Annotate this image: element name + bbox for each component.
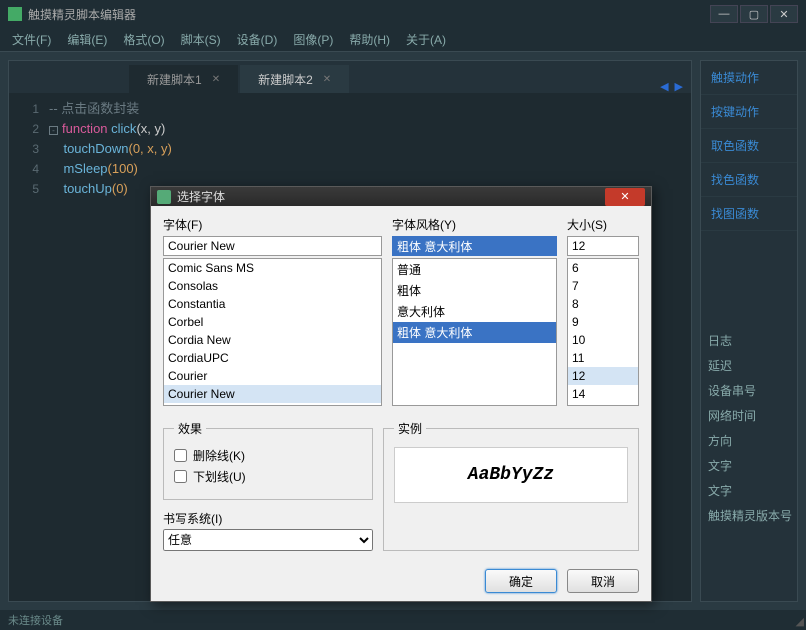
font-input[interactable]	[163, 236, 382, 256]
menubar: 文件(F) 编辑(E) 格式(O) 脚本(S) 设备(D) 图像(P) 帮助(H…	[0, 28, 806, 52]
font-option[interactable]: Courier	[164, 367, 381, 385]
font-option[interactable]: Comic Sans MS	[164, 259, 381, 277]
menu-about[interactable]: 关于(A)	[400, 29, 452, 50]
statusbar: 未连接设备	[0, 610, 806, 630]
size-option[interactable]: 10	[568, 331, 638, 349]
effects-legend: 效果	[174, 420, 206, 437]
font-option[interactable]: Constantia	[164, 295, 381, 313]
sample-preview: AaBbYyZz	[394, 447, 628, 503]
font-option[interactable]: Cordia New	[164, 331, 381, 349]
code-editor[interactable]: 1 2 3 4 5 -- 点击函数封装 -function click(x, y…	[9, 93, 691, 199]
tab-close-icon[interactable]: ✕	[212, 74, 220, 85]
size-option[interactable]: 9	[568, 313, 638, 331]
maximize-button[interactable]: ▢	[740, 5, 768, 23]
tab-label: 新建脚本2	[258, 71, 313, 88]
effects-fieldset: 效果 删除线(K) 下划线(U)	[163, 420, 373, 500]
code-content: -- 点击函数封装 -function click(x, y) touchDow…	[49, 99, 172, 199]
size-option[interactable]: 14	[568, 385, 638, 403]
side-item-findimage[interactable]: 找图函数	[701, 197, 797, 231]
dialog-body: 字体(F) Comic Sans MS Consolas Constantia …	[151, 206, 651, 561]
side-item-touch[interactable]: 触摸动作	[701, 61, 797, 95]
close-button[interactable]: ✕	[770, 5, 798, 23]
font-option[interactable]: Corbel	[164, 313, 381, 331]
fold-icon[interactable]: -	[49, 126, 58, 135]
status-text: 未连接设备	[8, 612, 63, 628]
menu-format[interactable]: 格式(O)	[117, 29, 170, 50]
menu-file[interactable]: 文件(F)	[6, 29, 57, 50]
dialog-title: 选择字体	[177, 188, 225, 205]
script-label: 书写系统(I)	[163, 510, 373, 527]
size-option[interactable]: 11	[568, 349, 638, 367]
style-label: 字体风格(Y)	[392, 216, 557, 233]
style-option[interactable]: 普通	[393, 259, 556, 280]
tab-nav: ◀ ▶	[660, 80, 683, 93]
cancel-button[interactable]: 取消	[567, 569, 639, 593]
side-item-findcolor[interactable]: 找色函数	[701, 163, 797, 197]
side-item-key[interactable]: 按键动作	[701, 95, 797, 129]
tab-close-icon[interactable]: ✕	[323, 74, 331, 85]
strikeout-input[interactable]	[174, 449, 187, 462]
sample-fieldset: 实例 AaBbYyZz	[383, 420, 639, 551]
ok-button[interactable]: 确定	[485, 569, 557, 593]
dialog-close-button[interactable]: ✕	[605, 188, 645, 206]
line-gutter: 1 2 3 4 5	[9, 99, 49, 199]
font-option[interactable]: CordiaUPC	[164, 349, 381, 367]
font-option[interactable]: Courier New	[164, 385, 381, 403]
size-listbox[interactable]: 6 7 8 9 10 11 12 14	[567, 258, 639, 406]
font-dialog: 选择字体 ✕ 字体(F) Comic Sans MS Consolas Cons…	[150, 186, 652, 602]
font-label: 字体(F)	[163, 216, 382, 233]
tab-script-1[interactable]: 新建脚本1 ✕	[129, 65, 238, 93]
underline-checkbox[interactable]: 下划线(U)	[174, 468, 362, 485]
font-listbox[interactable]: Comic Sans MS Consolas Constantia Corbel…	[163, 258, 382, 406]
menu-device[interactable]: 设备(D)	[231, 29, 284, 50]
style-option[interactable]: 粗体	[393, 280, 556, 301]
style-option[interactable]: 粗体 意大利体	[393, 322, 556, 343]
menu-image[interactable]: 图像(P)	[287, 29, 339, 50]
app-titlebar: 触摸精灵脚本编辑器 — ▢ ✕	[0, 0, 806, 28]
app-icon	[8, 7, 22, 21]
style-option[interactable]: 意大利体	[393, 301, 556, 322]
style-listbox[interactable]: 普通 粗体 意大利体 粗体 意大利体	[392, 258, 557, 406]
size-input[interactable]	[567, 236, 639, 256]
tabbar: 新建脚本1 ✕ 新建脚本2 ✕ ◀ ▶	[9, 61, 691, 93]
right-hint-labels: 日志 延迟 设备串号 网络时间 方向 文字 文字 触摸精灵版本号	[708, 332, 792, 524]
style-input[interactable]	[392, 236, 557, 256]
sample-legend: 实例	[394, 420, 426, 437]
dialog-titlebar: 选择字体 ✕	[151, 187, 651, 206]
size-option[interactable]: 8	[568, 295, 638, 313]
size-option[interactable]: 12	[568, 367, 638, 385]
dialog-buttons: 确定 取消	[151, 561, 651, 601]
script-select[interactable]: 任意	[163, 529, 373, 551]
menu-script[interactable]: 脚本(S)	[175, 29, 227, 50]
menu-help[interactable]: 帮助(H)	[343, 29, 396, 50]
dialog-icon	[157, 190, 171, 204]
size-option[interactable]: 7	[568, 277, 638, 295]
minimize-button[interactable]: —	[710, 5, 738, 23]
tab-label: 新建脚本1	[147, 71, 202, 88]
menu-edit[interactable]: 编辑(E)	[61, 29, 113, 50]
window-controls: — ▢ ✕	[710, 5, 798, 23]
size-label: 大小(S)	[567, 216, 639, 233]
font-option[interactable]: Consolas	[164, 277, 381, 295]
app-title: 触摸精灵脚本编辑器	[28, 6, 136, 23]
tab-script-2[interactable]: 新建脚本2 ✕	[240, 65, 349, 93]
tab-next-icon[interactable]: ▶	[675, 80, 683, 93]
strikeout-checkbox[interactable]: 删除线(K)	[174, 447, 362, 464]
side-item-getcolor[interactable]: 取色函数	[701, 129, 797, 163]
tab-prev-icon[interactable]: ◀	[660, 80, 668, 93]
resize-grip-icon[interactable]: ◢	[796, 615, 804, 628]
underline-input[interactable]	[174, 470, 187, 483]
size-option[interactable]: 6	[568, 259, 638, 277]
